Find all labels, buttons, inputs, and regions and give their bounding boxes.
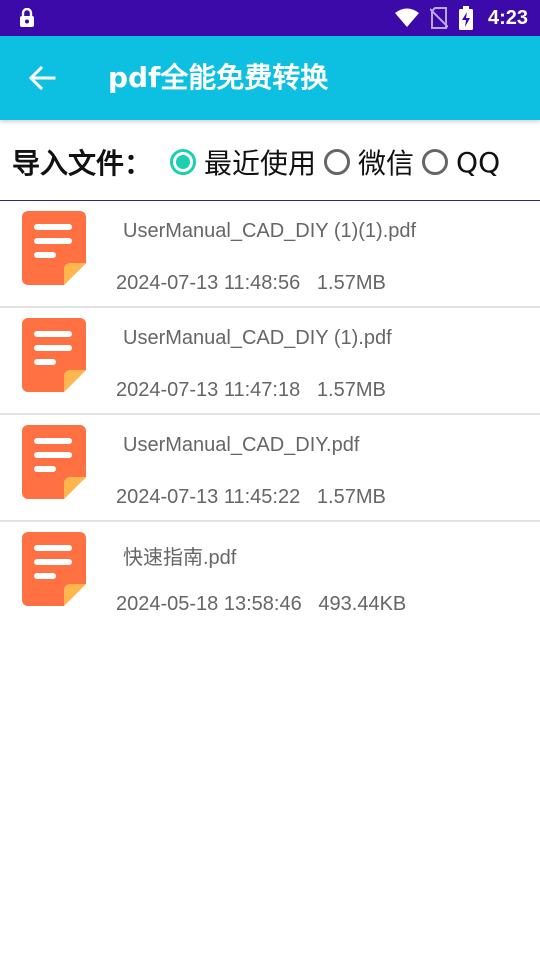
status-time: 4:23 (487, 6, 528, 29)
file-date: 2024-07-13 11:48:56 (116, 272, 301, 294)
radio-recent[interactable]: 最近使用 (170, 142, 316, 182)
wifi-icon (394, 8, 419, 27)
page-title: pdf全能免费转换 (108, 61, 329, 94)
app-bar: pdf全能免费转换 (0, 36, 540, 120)
file-name: UserManual_CAD_DIY (1).pdf (123, 327, 392, 349)
file-list: UserManual_CAD_DIY (1)(1).pdf 2024-07-13… (0, 201, 540, 627)
document-icon (22, 211, 86, 285)
file-name: UserManual_CAD_DIY.pdf (123, 434, 360, 456)
radio-qq[interactable]: QQ (422, 146, 500, 179)
radio-wechat[interactable]: 微信 (324, 142, 414, 182)
document-icon (22, 532, 86, 606)
document-icon (22, 425, 86, 499)
file-list-item[interactable]: UserManual_CAD_DIY (1)(1).pdf 2024-07-13… (0, 201, 540, 308)
file-list-item[interactable]: UserManual_CAD_DIY.pdf 2024-07-13 11:45:… (0, 415, 540, 522)
radio-recent-label: 最近使用 (204, 147, 317, 180)
arrow-back-icon (28, 65, 56, 91)
battery-charging-icon (458, 6, 473, 30)
file-meta: 2024-05-18 13:58:46 493.44KB (116, 593, 406, 616)
file-date: 2024-07-13 11:47:18 (116, 379, 301, 401)
radio-wechat-label: 微信 (358, 147, 415, 180)
import-label: 导入文件： (12, 147, 153, 180)
file-size: 1.57MB (316, 272, 386, 294)
file-size: 1.57MB (316, 486, 386, 508)
no-sim-icon (429, 7, 448, 29)
radio-qq-label: QQ (456, 145, 501, 179)
file-size: 1.57MB (316, 379, 386, 401)
file-list-item[interactable]: 快速指南.pdf 2024-05-18 13:58:46 493.44KB (0, 522, 540, 627)
back-button[interactable] (20, 56, 64, 100)
file-meta: 2024-07-13 11:48:56 1.57MB (116, 272, 386, 295)
file-name: 快速指南.pdf (123, 547, 237, 569)
file-meta: 2024-07-13 11:47:18 1.57MB (116, 379, 386, 402)
file-list-item[interactable]: UserManual_CAD_DIY (1).pdf 2024-07-13 11… (0, 308, 540, 415)
file-size: 493.44KB (318, 593, 407, 615)
file-date: 2024-05-18 13:58:46 (116, 593, 302, 615)
file-meta: 2024-07-13 11:45:22 1.57MB (116, 486, 386, 509)
document-icon (22, 318, 86, 392)
radio-checked-icon (170, 149, 196, 175)
radio-unchecked-icon (324, 149, 351, 175)
radio-unchecked-icon (422, 149, 449, 175)
lock-icon (20, 8, 34, 27)
file-name: UserManual_CAD_DIY (1)(1).pdf (123, 220, 417, 242)
status-bar: 4:23 (0, 0, 540, 36)
import-source-row: 导入文件： 最近使用 微信 QQ (0, 124, 540, 200)
file-date: 2024-07-13 11:45:22 (116, 486, 301, 508)
